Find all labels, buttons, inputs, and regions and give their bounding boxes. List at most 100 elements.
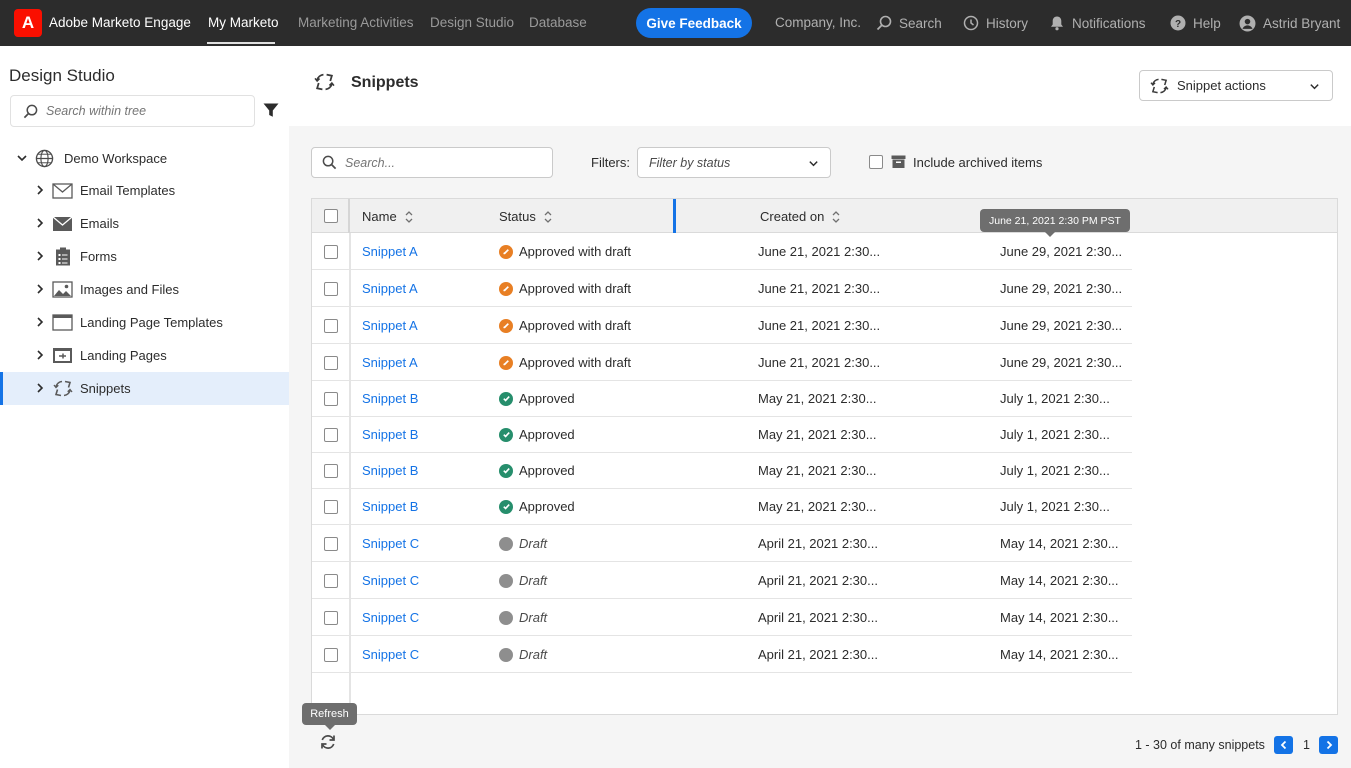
- row-checkbox[interactable]: [324, 282, 338, 296]
- search-icon: [322, 155, 337, 170]
- table-row[interactable]: Snippet A Approved with draft June 21, 202…: [312, 344, 1132, 381]
- snippet-name-link[interactable]: Snippet C: [362, 573, 419, 588]
- tree-search-input[interactable]: [46, 104, 236, 118]
- table-row[interactable]: Snippet B Approved May 21, 2021 2:30... Jul…: [312, 453, 1132, 489]
- row-checkbox[interactable]: [324, 356, 338, 370]
- snippet-name-link[interactable]: Snippet A: [362, 244, 418, 259]
- snippet-name-link[interactable]: Snippet A: [362, 281, 418, 296]
- sort-icon[interactable]: [832, 210, 840, 224]
- row-checkbox[interactable]: [324, 537, 338, 551]
- created-on-cell: June 21, 2021 2:30...: [758, 355, 881, 370]
- table-row[interactable]: Snippet C Draft April 21, 2021 2:30... May …: [312, 525, 1132, 562]
- table-row[interactable]: Snippet A Approved with draft June 21, 202…: [312, 233, 1132, 270]
- chevron-right-icon[interactable]: [34, 349, 46, 361]
- table-row[interactable]: Snippet C Draft April 21, 2021 2:30... May …: [312, 562, 1132, 599]
- chevron-right-icon[interactable]: [34, 283, 46, 295]
- current-page-number[interactable]: 1: [1303, 738, 1310, 752]
- tree-search-box[interactable]: [10, 95, 255, 127]
- status-draft-icon: [499, 536, 513, 551]
- include-archived-label[interactable]: Include archived items: [913, 155, 1042, 170]
- chevron-right-icon[interactable]: [34, 250, 46, 262]
- edit-circle-icon: [499, 281, 513, 296]
- notifications-nav[interactable]: Notifications: [1049, 15, 1146, 31]
- edit-circle-icon: [499, 318, 513, 333]
- snippet-name-link[interactable]: Snippet A: [362, 318, 418, 333]
- snippet-search-box[interactable]: [311, 147, 553, 178]
- created-on-cell: April 21, 2021 2:30...: [758, 647, 878, 662]
- status-cell: Draft: [499, 573, 547, 588]
- chevron-down-icon[interactable]: [16, 152, 28, 164]
- column-header-name[interactable]: Name: [362, 209, 413, 224]
- adobe-logo-icon[interactable]: A: [14, 9, 42, 37]
- history-nav[interactable]: History: [963, 15, 1028, 31]
- row-checkbox[interactable]: [324, 500, 338, 514]
- chevron-right-icon[interactable]: [34, 316, 46, 328]
- table-row[interactable]: Snippet A Approved with draft June 21, 202…: [312, 270, 1132, 307]
- app-name[interactable]: Adobe Marketo Engage: [49, 15, 191, 30]
- modified-on-cell: June 29, 2021 2:30...: [1000, 244, 1123, 259]
- tree-item-snippets[interactable]: Snippets: [0, 372, 289, 405]
- column-resize-handle[interactable]: [673, 199, 676, 233]
- snippet-actions-dropdown[interactable]: Snippet actions: [1139, 70, 1333, 101]
- created-on-cell: June 21, 2021 2:30...: [758, 281, 881, 296]
- table-row[interactable]: Snippet C Draft April 21, 2021 2:30... May …: [312, 599, 1132, 636]
- modified-on-cell: May 14, 2021 2:30...: [1000, 610, 1119, 625]
- table-row[interactable]: Snippet A Approved with draft June 21, 202…: [312, 307, 1132, 344]
- tree-root-demo-workspace[interactable]: Demo Workspace: [16, 148, 167, 168]
- snippet-name-link[interactable]: Snippet B: [362, 391, 418, 406]
- previous-page-button[interactable]: [1274, 736, 1293, 754]
- select-all-checkbox[interactable]: [324, 209, 338, 223]
- column-header-status[interactable]: Status: [499, 209, 552, 224]
- user-menu[interactable]: Astrid Bryant: [1239, 15, 1340, 32]
- tree-item-emails[interactable]: Emails: [0, 207, 289, 240]
- table-row[interactable]: Snippet C Draft April 21, 2021 2:30... May …: [312, 636, 1132, 673]
- tree-item-images-and-files[interactable]: Images and Files: [0, 273, 289, 306]
- snippet-name-link[interactable]: Snippet C: [362, 647, 419, 662]
- snippet-name-link[interactable]: Snippet B: [362, 499, 418, 514]
- row-checkbox[interactable]: [324, 611, 338, 625]
- check-circle-icon: [499, 391, 513, 406]
- tree-item-landing-pages[interactable]: Landing Pages: [0, 339, 289, 372]
- sort-icon[interactable]: [544, 210, 552, 224]
- snippet-name-link[interactable]: Snippet C: [362, 536, 419, 551]
- row-checkbox[interactable]: [324, 245, 338, 259]
- row-checkbox[interactable]: [324, 464, 338, 478]
- next-page-button[interactable]: [1319, 736, 1338, 754]
- row-checkbox[interactable]: [324, 648, 338, 662]
- chevron-right-icon[interactable]: [34, 382, 46, 394]
- snippet-name-link[interactable]: Snippet A: [362, 355, 418, 370]
- include-archived-checkbox[interactable]: [869, 155, 883, 169]
- nav-marketing-activities[interactable]: Marketing Activities: [298, 15, 414, 30]
- tree-item-forms[interactable]: Forms: [0, 240, 289, 273]
- chevron-right-icon[interactable]: [34, 184, 46, 196]
- tree-item-email-templates[interactable]: Email Templates: [0, 174, 289, 207]
- table-row[interactable]: Snippet B Approved May 21, 2021 2:30... Jul…: [312, 417, 1132, 453]
- search-nav[interactable]: Search: [876, 15, 942, 31]
- row-checkbox[interactable]: [324, 392, 338, 406]
- refresh-icon[interactable]: [319, 733, 337, 751]
- status-label: Approved with draft: [519, 281, 632, 296]
- table-row[interactable]: Snippet B Approved May 21, 2021 2:30... Jul…: [312, 381, 1132, 417]
- snippets-table: Name Status Created on June 21, 2021 2:3…: [311, 198, 1338, 715]
- company-name[interactable]: Company, Inc.: [775, 15, 861, 30]
- table-row[interactable]: Snippet B Approved May 21, 2021 2:30... Jul…: [312, 489, 1132, 525]
- filter-icon[interactable]: [263, 102, 279, 118]
- row-checkbox[interactable]: [324, 428, 338, 442]
- row-checkbox[interactable]: [324, 319, 338, 333]
- snippet-name-link[interactable]: Snippet B: [362, 427, 418, 442]
- give-feedback-button[interactable]: Give Feedback: [636, 8, 752, 38]
- tree-item-landing-page-templates[interactable]: Landing Page Templates: [0, 306, 289, 339]
- column-header-created-on[interactable]: Created on: [760, 209, 840, 224]
- sort-icon[interactable]: [405, 210, 413, 224]
- nav-design-studio[interactable]: Design Studio: [430, 15, 514, 30]
- snippet-name-link[interactable]: Snippet C: [362, 610, 419, 625]
- nav-my-marketo[interactable]: My Marketo: [208, 15, 279, 30]
- nav-database[interactable]: Database: [529, 15, 587, 30]
- row-checkbox[interactable]: [324, 574, 338, 588]
- chevron-right-icon[interactable]: [34, 217, 46, 229]
- snippet-search-input[interactable]: [345, 155, 535, 170]
- status-cell: Approved with draft: [499, 318, 631, 333]
- help-nav[interactable]: ? Help: [1170, 15, 1221, 31]
- snippet-name-link[interactable]: Snippet B: [362, 463, 418, 478]
- status-filter-select[interactable]: Filter by status: [637, 147, 831, 178]
